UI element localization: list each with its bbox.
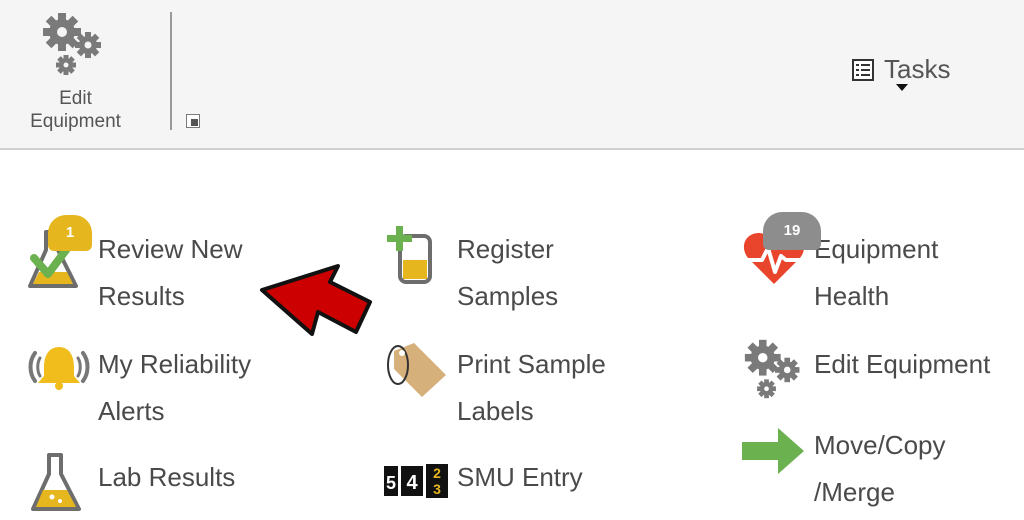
label-line: Equipment: [814, 234, 939, 264]
group-launcher-icon[interactable]: [186, 114, 200, 128]
green-arrow-icon: [742, 426, 806, 481]
label-line: Results: [98, 281, 185, 311]
tile-lab-results[interactable]: Lab Results: [26, 452, 256, 516]
counter-digit: 5: [386, 473, 396, 493]
tile-label: Move/Copy /Merge: [814, 422, 946, 516]
tile-edit-equipment[interactable]: Edit Equipment: [742, 337, 1012, 401]
label-line: Alerts: [98, 396, 165, 426]
label-line: My Reliability: [98, 349, 252, 379]
label-line: Edit: [59, 88, 92, 109]
counter-digit: 4: [406, 472, 418, 494]
notification-badge: 19: [763, 212, 821, 250]
label-line: Register: [457, 234, 554, 264]
tile-my-reliability-alerts[interactable]: My Reliability Alerts: [26, 337, 286, 437]
tasks-label: Tasks: [884, 54, 951, 84]
tile-label: My Reliability Alerts: [98, 341, 251, 435]
edit-equipment-ribbon-label: Edit Equipment: [18, 87, 133, 133]
tile-label: Print Sample Labels: [457, 341, 606, 435]
list-icon: [852, 59, 874, 86]
tag-icon: [386, 339, 450, 404]
tile-register-samples[interactable]: Register Samples: [386, 222, 626, 322]
label-line: Equipment: [30, 111, 121, 132]
label-line: Print Sample: [457, 349, 606, 379]
smu-counter-icon: 5 4 2 3: [384, 460, 450, 505]
counter-digit: 3: [433, 481, 441, 497]
tile-smu-entry[interactable]: 5 4 2 3 SMU Entry: [384, 454, 614, 510]
ribbon-separator: [170, 12, 172, 130]
gears-icon: [40, 10, 110, 83]
label-line: Samples: [457, 281, 559, 311]
label-line: /Merge: [814, 477, 895, 507]
ribbon: Edit Equipment Tasks: [0, 0, 1024, 150]
flask-icon: [30, 452, 86, 519]
caret-down-icon: [896, 84, 908, 91]
register-sample-icon: [386, 224, 436, 291]
red-pointer-arrow-icon: [258, 262, 374, 349]
tile-label: Register Samples: [457, 226, 558, 320]
gears-icon: [742, 337, 808, 406]
label-line: Move/Copy: [814, 430, 946, 460]
tile-print-sample-labels[interactable]: Print Sample Labels: [386, 337, 636, 437]
label-line: Review New: [98, 234, 243, 264]
bell-alert-icon: [26, 343, 92, 396]
tile-label: SMU Entry: [457, 462, 583, 492]
label-line: Health: [814, 281, 890, 311]
notification-badge: 1: [48, 215, 92, 251]
tile-label: Equipment Health: [814, 226, 938, 320]
label-line: Labels: [457, 396, 534, 426]
tile-label: Review New Results: [98, 226, 243, 320]
counter-digit: 2: [433, 465, 441, 481]
tile-label: Lab Results: [98, 462, 236, 492]
edit-equipment-ribbon-button[interactable]: Edit Equipment: [18, 10, 133, 133]
tile-move-copy-merge[interactable]: Move/Copy /Merge: [742, 422, 982, 518]
tile-label: Edit Equipment: [814, 349, 991, 379]
